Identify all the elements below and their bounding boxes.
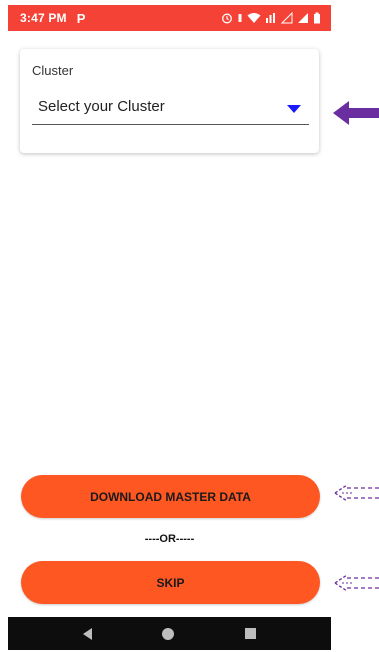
cluster-label: Cluster — [32, 63, 74, 78]
vibrate-icon — [238, 14, 242, 22]
annotation-arrow-icon — [333, 101, 379, 125]
status-icons — [221, 12, 321, 24]
signal-icon — [281, 12, 293, 24]
back-icon[interactable] — [83, 627, 93, 640]
wifi-icon — [247, 13, 261, 23]
app-notification-icon: P — [76, 10, 86, 26]
dashed-arrow-icon — [334, 574, 379, 592]
skip-button[interactable]: SKIP — [21, 561, 320, 604]
dashed-arrow-icon — [334, 484, 379, 502]
phone-screen: 3:47 PM P Cluster Select your Cluster DO… — [8, 5, 331, 650]
or-divider: ----OR----- — [144, 533, 195, 545]
cluster-card: Cluster Select your Cluster — [20, 49, 319, 153]
data-icon — [266, 13, 275, 23]
navigation-bar — [8, 617, 331, 650]
signal-full-icon — [298, 13, 308, 23]
alarm-icon — [222, 13, 232, 24]
status-time: 3:47 PM — [20, 11, 67, 25]
recent-apps-icon[interactable] — [244, 628, 256, 639]
status-bar: 3:47 PM P — [8, 5, 331, 31]
download-master-data-button[interactable]: DOWNLOAD MASTER DATA — [21, 475, 320, 518]
battery-icon — [314, 12, 320, 24]
home-icon[interactable] — [162, 627, 175, 640]
cluster-dropdown[interactable]: Select your Cluster — [32, 93, 309, 125]
cluster-dropdown-value: Select your Cluster — [38, 98, 165, 115]
dropdown-arrow-icon[interactable] — [287, 105, 301, 113]
